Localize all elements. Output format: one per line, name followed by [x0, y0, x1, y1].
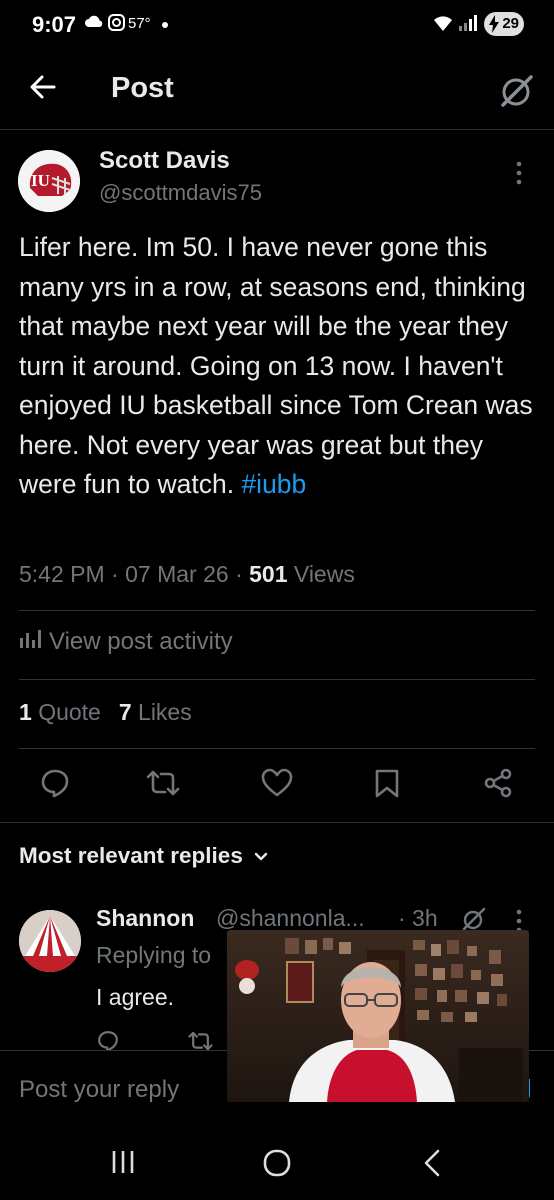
hashtag-link[interactable]: #iubb	[241, 469, 306, 499]
post-time: 5:42 PM	[19, 561, 105, 587]
status-time: 9:07	[32, 12, 77, 37]
back-icon[interactable]	[420, 1148, 444, 1183]
reply-input[interactable]: Post your reply	[19, 1076, 179, 1104]
author-name[interactable]: Scott Davis	[99, 147, 230, 175]
post-meta: 5:42 PM · 07 Mar 26 · 501 Views	[19, 561, 355, 588]
divider	[19, 679, 535, 680]
divider	[19, 610, 535, 611]
analytics-icon	[19, 628, 41, 656]
reply-author-name[interactable]: Shannon	[96, 905, 194, 932]
notification-dot-icon	[162, 22, 168, 28]
bookmark-icon[interactable]	[374, 768, 400, 803]
replies-sort-dropdown[interactable]: Most relevant replies	[19, 843, 269, 869]
status-temperature: 57°	[128, 15, 151, 32]
reply-author-handle[interactable]: @shannonla...	[216, 905, 365, 932]
quotes-count: 1	[19, 699, 32, 725]
repost-icon[interactable]	[146, 768, 180, 803]
system-nav-bar	[0, 1120, 554, 1200]
chevron-down-icon	[253, 843, 269, 869]
author-avatar[interactable]: IU	[18, 150, 80, 212]
more-options-icon[interactable]	[514, 160, 524, 191]
instagram-icon	[108, 14, 125, 36]
reply-text: I agree.	[96, 984, 174, 1010]
views-label: Views	[293, 561, 355, 587]
svg-text:IU: IU	[31, 171, 50, 190]
wifi-icon	[432, 14, 454, 37]
post-body: Lifer here. Im 50. I have never gone thi…	[19, 232, 533, 499]
share-icon[interactable]	[483, 768, 513, 803]
like-icon[interactable]	[261, 768, 293, 803]
quotes-label: Quote	[38, 699, 101, 725]
post-text: Lifer here. Im 50. I have never gone thi…	[19, 228, 534, 505]
status-bar: 9:07 57° 29	[0, 0, 554, 50]
author-handle[interactable]: @scottmdavis75	[99, 180, 262, 206]
battery-indicator: 29	[484, 12, 524, 36]
likes-count: 7	[118, 699, 132, 725]
divider	[19, 748, 535, 749]
likes-link[interactable]: 7 Likes	[119, 699, 192, 725]
page-title: Post	[111, 72, 174, 104]
likes-label: Likes	[138, 699, 192, 725]
page-header: Post	[0, 54, 554, 130]
views-count: 501	[249, 561, 288, 587]
reply-time: · 3h	[398, 905, 438, 931]
view-activity-link[interactable]: View post activity	[19, 628, 233, 656]
replying-prefix: Replying to	[96, 942, 212, 968]
replies-heading: Most relevant replies	[19, 843, 243, 868]
replying-to: Replying to	[96, 942, 211, 969]
meta-separator: ·	[111, 561, 119, 587]
signal-icon	[458, 14, 478, 37]
cloud-icon	[84, 14, 104, 33]
video-overlay[interactable]	[227, 930, 529, 1102]
post-date: 07 Mar 26	[125, 561, 229, 587]
arrow-left-icon[interactable]	[28, 72, 58, 107]
battery-level: 29	[502, 15, 519, 32]
divider	[0, 822, 554, 823]
reply-icon[interactable]	[40, 768, 70, 803]
home-icon[interactable]	[262, 1148, 292, 1183]
view-activity-label: View post activity	[49, 628, 233, 655]
recents-icon[interactable]	[110, 1148, 136, 1181]
engagement-counts: 1 Quote 7 Likes	[19, 699, 192, 726]
quotes-link[interactable]: 1 Quote	[19, 699, 101, 725]
reply-avatar[interactable]	[19, 910, 81, 972]
grok-icon[interactable]	[498, 72, 536, 115]
meta-separator: ·	[235, 561, 243, 587]
battery-charging-icon	[489, 15, 499, 41]
